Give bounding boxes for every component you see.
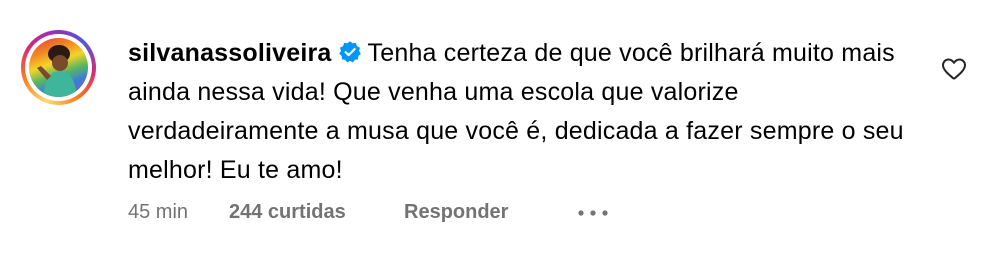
comment-timestamp[interactable]: 45 min [128,201,188,224]
reply-button[interactable]: Responder [404,201,508,224]
username-link[interactable]: silvanassoliveira [128,39,332,67]
avatar-story-ring[interactable] [21,30,96,105]
verified-badge-icon [338,41,361,63]
avatar-ring-gap [25,34,92,101]
comment-text-block: silvanassoliveira Tenha certeza de que vo… [128,34,918,190]
comment-item: silvanassoliveira Tenha certeza de que vo… [0,0,992,264]
heart-outline-icon[interactable] [941,57,967,81]
avatar-photo [37,45,77,97]
likes-count[interactable]: 244 curtidas [229,201,346,224]
avatar[interactable] [29,38,88,97]
ellipsis-icon[interactable] [575,201,611,225]
comment-content: silvanassoliveira Tenha certeza de que vo… [128,34,918,190]
